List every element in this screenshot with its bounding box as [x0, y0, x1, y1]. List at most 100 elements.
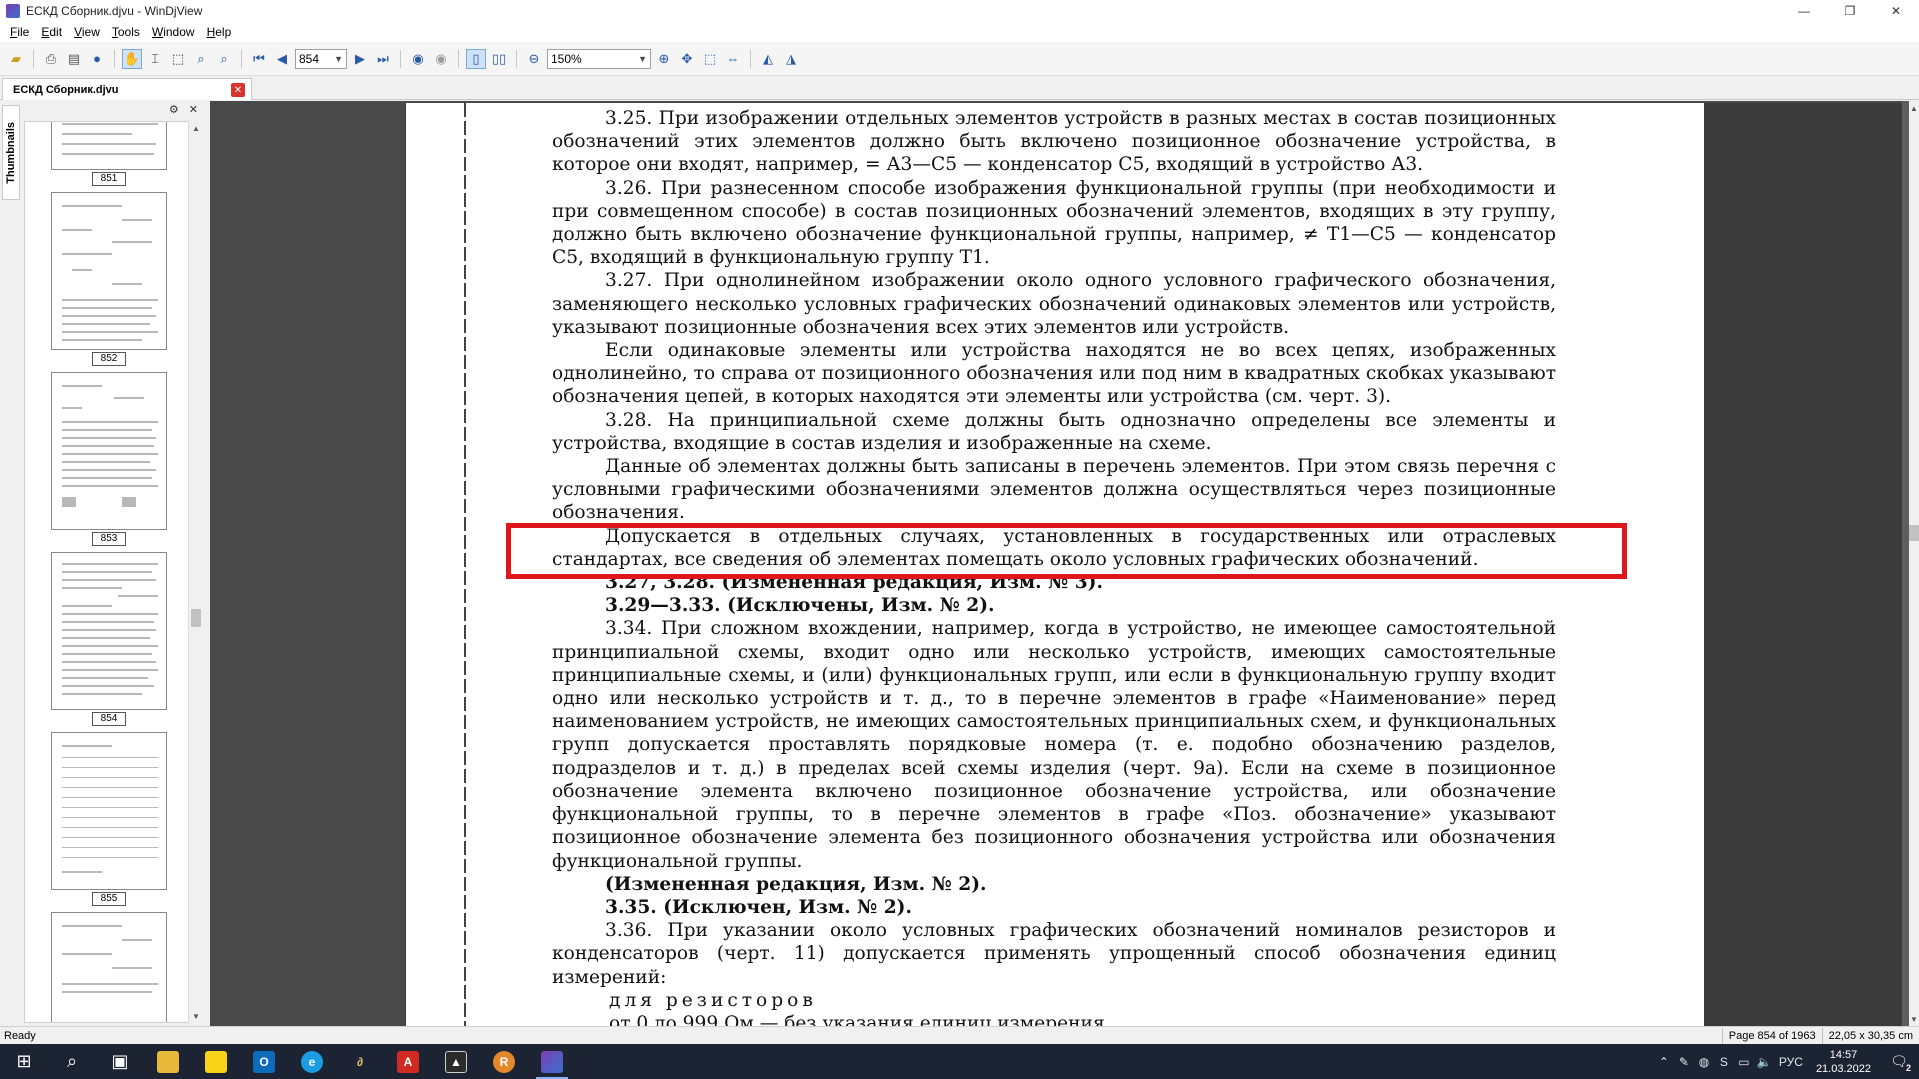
toolbar-separator [114, 49, 115, 68]
zoom-out-icon[interactable]: ⊖ [524, 49, 544, 69]
document-tab[interactable]: ЕСКД Сборник.djvu ✕ [2, 78, 252, 100]
scrollbar-thumb[interactable] [1909, 525, 1919, 541]
back-icon[interactable]: ◉ [408, 49, 428, 69]
skype-icon[interactable]: S [1714, 1052, 1734, 1072]
photos-icon[interactable]: ▲ [432, 1044, 480, 1079]
thumbnail-853[interactable]: 853 [51, 372, 167, 546]
scroll-up-icon[interactable]: ▲ [1909, 101, 1919, 115]
hand-tool-icon[interactable]: ✋ [122, 48, 142, 69]
scrollbar-thumb[interactable] [191, 609, 201, 627]
thumbnail-page-image [51, 192, 167, 350]
document-scrollbar[interactable]: ▲ ▼ [1909, 101, 1919, 1026]
actual-size-icon[interactable]: ✥ [677, 49, 697, 69]
zoom-rect-icon[interactable]: ⌕ [191, 49, 211, 69]
thumbnails-side-tab[interactable]: Thumbnails [2, 105, 20, 200]
next-page-icon[interactable]: ▶ [350, 49, 370, 69]
clock[interactable]: 14:57 21.03.2022 [1808, 1048, 1879, 1076]
close-button[interactable]: ✕ [1873, 0, 1919, 22]
toolbar-separator [750, 49, 751, 68]
chevron-up-icon[interactable]: ⌃ [1654, 1052, 1674, 1072]
app-icon [6, 4, 20, 18]
status-page-info: Page 854 of 1963 [1721, 1027, 1822, 1044]
restore-button[interactable]: ❐ [1827, 0, 1873, 22]
network-icon[interactable]: ▭ [1734, 1052, 1754, 1072]
menu-tools[interactable]: Tools [106, 25, 146, 39]
first-page-icon[interactable]: ⏮ [249, 49, 269, 69]
document-paragraph: (Измененная редакция, Изм. № 2). [605, 873, 987, 895]
single-page-layout-icon[interactable]: ▯ [466, 48, 486, 69]
pen-icon[interactable]: ✎ [1674, 1052, 1694, 1072]
app-orange-icon[interactable]: R [480, 1044, 528, 1079]
thumbnails-panel: 851 852 853 854 855 [24, 121, 200, 1023]
zoom-in-icon[interactable]: ⊕ [654, 49, 674, 69]
language-indicator[interactable]: РУС [1774, 1052, 1808, 1072]
search-icon[interactable]: ⌕ [48, 1044, 96, 1079]
rotate-right-icon[interactable]: ◮ [781, 49, 801, 69]
outlook-icon[interactable]: O [240, 1044, 288, 1079]
settings-icon[interactable]: ⚙ [169, 103, 179, 119]
menu-view[interactable]: View [68, 25, 106, 39]
status-ready: Ready [4, 1029, 36, 1042]
page-margin-right [1704, 103, 1902, 1026]
file-explorer-icon[interactable] [144, 1044, 192, 1079]
two-page-layout-icon[interactable]: ▯▯ [489, 49, 509, 69]
thumbnail-856[interactable] [51, 912, 167, 1022]
volume-icon[interactable]: 🔈 [1754, 1052, 1774, 1072]
notification-icon[interactable]: 🗨 2 [1879, 1044, 1919, 1079]
last-page-icon[interactable]: ⏭ [373, 49, 393, 69]
forward-icon[interactable]: ◉ [431, 49, 451, 69]
menu-edit[interactable]: Edit [35, 25, 68, 39]
zoom-select[interactable]: 150% ▼ [547, 48, 651, 69]
network-app-icon[interactable]: ◍ [1694, 1052, 1714, 1072]
document-viewer[interactable]: 3.25. При изображении отдельных элементо… [210, 101, 1919, 1026]
thumbnail-label: 854 [92, 712, 126, 726]
chevron-down-icon: ▼ [638, 53, 647, 64]
print-icon[interactable]: ⎙ [41, 49, 61, 69]
menu-help[interactable]: Help [201, 25, 238, 39]
minimize-button[interactable]: — [1781, 0, 1827, 22]
previous-page-icon[interactable]: ◀ [272, 49, 292, 69]
thumbnail-page-image [51, 372, 167, 530]
start-icon[interactable]: ⊞ [0, 1044, 48, 1079]
notification-count: 2 [1905, 1063, 1911, 1073]
toolbar-separator [516, 49, 517, 68]
fit-page-icon[interactable]: ⬚ [700, 49, 720, 69]
close-panel-icon[interactable]: ✕ [189, 103, 198, 119]
menu-bar: File Edit View Tools Window Help [0, 22, 1919, 42]
rect-select-icon[interactable]: ⬚ [168, 49, 188, 69]
select-tool-icon[interactable]: ⌶ [145, 49, 165, 69]
scroll-up-icon[interactable]: ▲ [189, 121, 203, 135]
acrobat-icon[interactable]: A [384, 1044, 432, 1079]
thumbnail-851[interactable]: 851 [51, 122, 167, 186]
open-file-icon[interactable]: ▰ [6, 49, 26, 69]
windjview-taskbar-icon[interactable] [528, 1044, 576, 1079]
chevron-down-icon: ▼ [334, 53, 343, 64]
scroll-down-icon[interactable]: ▼ [189, 1009, 203, 1023]
scroll-down-icon[interactable]: ▼ [1909, 1012, 1919, 1026]
thumbnail-854[interactable]: 854 [51, 552, 167, 726]
thumbnail-852[interactable]: 852 [51, 192, 167, 366]
export-icon[interactable]: ▤ [64, 49, 84, 69]
app-launcher-icon[interactable]: ∂ [336, 1044, 384, 1079]
document-paragraph: 3.25. При изображении отдельных элементо… [552, 108, 1556, 176]
task-view-icon[interactable]: ▣ [96, 1044, 144, 1079]
edge-icon[interactable]: e [288, 1044, 336, 1079]
fit-width-icon[interactable]: ⇔ [723, 49, 743, 69]
sticky-notes-icon[interactable] [192, 1044, 240, 1079]
status-page-size: 22,05 x 30,35 cm [1821, 1027, 1919, 1044]
document-tab-strip: ЕСКД Сборник.djvu ✕ [0, 76, 1919, 100]
document-paragraph: Данные об элементах должны быть записаны… [552, 456, 1556, 524]
page-number-select[interactable]: 854 ▼ [295, 48, 347, 69]
tab-close-icon[interactable]: ✕ [231, 83, 245, 97]
thumbnails-scrollbar[interactable]: ▲ ▼ [188, 121, 202, 1023]
page-binding-line [464, 103, 466, 1026]
document-page[interactable]: 3.25. При изображении отдельных элементо… [406, 103, 1704, 1026]
thumbnail-label: 852 [92, 352, 126, 366]
menu-file[interactable]: File [4, 25, 35, 39]
rotate-left-icon[interactable]: ◭ [758, 49, 778, 69]
info-icon[interactable]: ● [87, 49, 107, 69]
menu-window[interactable]: Window [146, 25, 201, 39]
thumbnail-855[interactable]: 855 [51, 732, 167, 906]
taskbar: ⊞ ⌕ ▣ O e ∂ A ▲ R ⌃ ✎ ◍ S ▭ 🔈 РУС 14:57 … [0, 1044, 1919, 1079]
find-icon[interactable]: ⌕ [214, 49, 234, 69]
